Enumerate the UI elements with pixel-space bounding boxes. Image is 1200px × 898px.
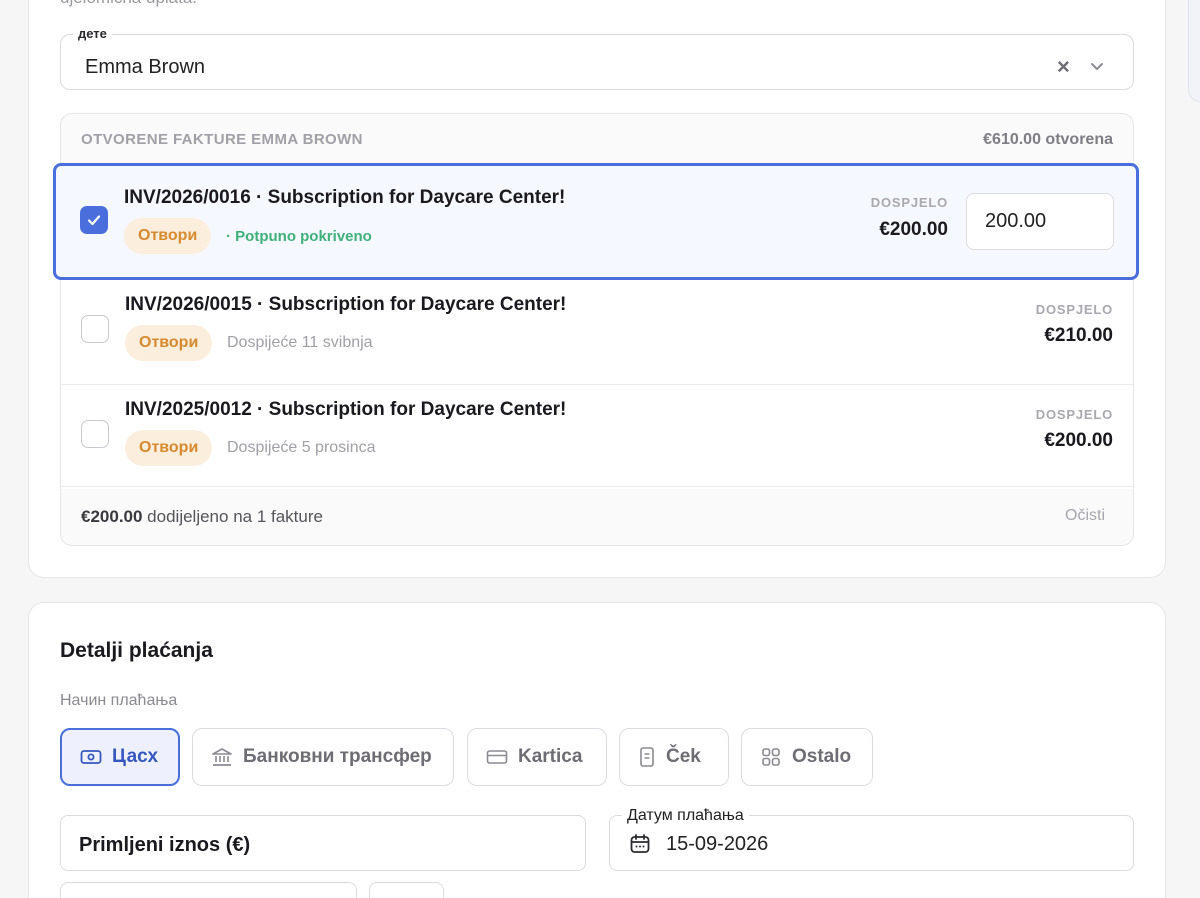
due-amount: €200.00 xyxy=(1044,430,1113,451)
method-label: Цасх xyxy=(112,746,159,767)
method-label: Ostalo xyxy=(792,746,852,767)
reference-input[interactable] xyxy=(60,882,357,898)
method-check-button[interactable]: Ček xyxy=(619,728,729,786)
method-label: Банковни трансфер xyxy=(243,746,432,767)
method-bank-transfer-button[interactable]: Банковни трансфер xyxy=(192,728,454,786)
secondary-input[interactable] xyxy=(369,882,444,898)
status-badge: Отвори xyxy=(125,325,213,361)
due-label: DOSPJELO xyxy=(1035,407,1113,422)
child-select[interactable]: дете Emma Brown × xyxy=(60,26,1134,90)
invoice-name: INV/2026/0016 · Subscription for Daycare… xyxy=(124,187,566,208)
method-label: Kartica xyxy=(518,746,583,767)
allocated-amount: €200.00 xyxy=(81,507,143,526)
amount-received-placeholder: Primljeni iznos (€) xyxy=(79,834,251,856)
method-card-button[interactable]: Kartica xyxy=(467,728,607,786)
payment-date-value: 15-09-2026 xyxy=(666,833,769,855)
check-document-icon xyxy=(640,747,654,767)
clear-selection-icon[interactable]: × xyxy=(1057,56,1070,78)
invoice-checkbox-checked[interactable] xyxy=(80,206,108,234)
chevron-down-icon[interactable] xyxy=(1087,56,1107,76)
invoice-row[interactable]: INV/2026/0015 · Subscription for Daycare… xyxy=(61,279,1133,384)
calendar-icon xyxy=(630,834,650,853)
payment-date-label: Датум плаћања xyxy=(622,807,749,825)
checkmark-icon xyxy=(87,215,101,226)
amount-received-input[interactable]: Primljeni iznos (€) xyxy=(60,815,586,871)
child-select-label: дете xyxy=(73,26,112,41)
allocation-summary-text: dodijeljeno na 1 fakture xyxy=(142,507,323,526)
status-badge: Отвори xyxy=(125,430,213,466)
invoice-checkbox[interactable] xyxy=(81,315,109,343)
method-cash-button[interactable]: Цасх xyxy=(60,728,180,786)
child-select-value: Emma Brown xyxy=(85,56,206,78)
due-date-text: Dospijeće 11 svibnja xyxy=(227,334,373,351)
card-icon xyxy=(486,750,508,764)
allocation-footer: €200.00 dodijeljeno na 1 fakture Očisti xyxy=(61,486,1133,545)
due-date-text: Dospijeće 5 prosinca xyxy=(227,439,376,456)
invoice-row[interactable]: INV/2025/0012 · Subscription for Daycare… xyxy=(61,384,1133,489)
side-panel-edge xyxy=(1188,0,1200,102)
allocation-amount-input[interactable] xyxy=(966,193,1114,250)
invoice-name: INV/2026/0015 · Subscription for Daycare… xyxy=(125,294,567,315)
method-other-button[interactable]: Ostalo xyxy=(741,728,873,786)
payment-date-input[interactable]: Датум плаћања 15-09-2026 xyxy=(609,807,1134,871)
method-label: Ček xyxy=(666,746,701,767)
invoice-name: INV/2025/0012 · Subscription for Daycare… xyxy=(125,399,567,420)
bank-icon xyxy=(212,748,232,766)
invoice-checkbox[interactable] xyxy=(81,420,109,448)
open-total: €610.00 otvorena xyxy=(983,131,1113,148)
open-invoices-title: OTVORENE FAKTURE EMMA BROWN xyxy=(81,131,363,148)
allocation-summary: €200.00 dodijeljeno na 1 fakture xyxy=(81,507,323,527)
fully-covered-text: · Potpuno pokriveno xyxy=(226,228,372,245)
card-description: djelomična uplata. xyxy=(60,0,197,8)
grid-icon xyxy=(762,748,780,766)
payment-method-label: Начин плаћања xyxy=(60,692,178,709)
due-label: DOSPJELO xyxy=(1035,302,1113,317)
section-title: Detalji plaćanja xyxy=(60,639,213,662)
due-amount: €210.00 xyxy=(1044,325,1113,346)
due-label: DOSPJELO xyxy=(870,195,948,210)
invoice-row-selected[interactable]: INV/2026/0016 · Subscription for Daycare… xyxy=(53,163,1139,280)
due-amount: €200.00 xyxy=(879,219,948,240)
status-badge: Отвори xyxy=(124,218,212,254)
clear-allocation-button[interactable]: Očisti xyxy=(1065,507,1105,525)
cash-icon xyxy=(80,750,102,764)
open-invoices-header: OTVORENE FAKTURE EMMA BROWN €610.00 otvo… xyxy=(61,114,1133,166)
